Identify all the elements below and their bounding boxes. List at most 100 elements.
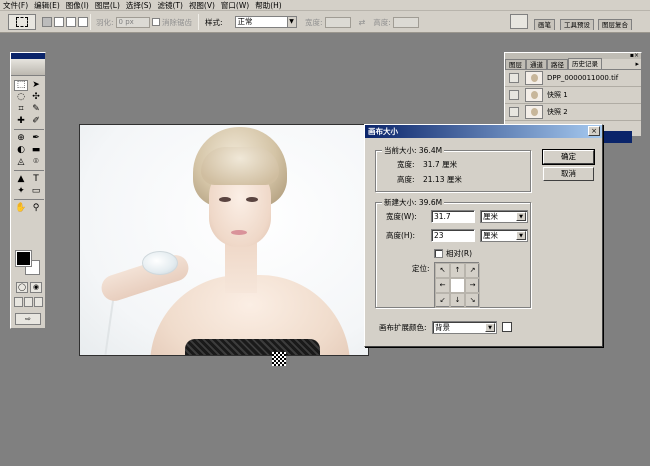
photo-eye-right [246, 197, 258, 202]
magic-wand-tool-icon[interactable]: ✣ [29, 92, 43, 103]
menu-item[interactable]: 图像(I) [63, 0, 92, 11]
selection-modes [42, 17, 88, 27]
anchor-s-arrow-icon[interactable]: ↓ [450, 293, 465, 308]
menu-item[interactable]: 视图(V) [186, 0, 218, 11]
anchor-sw-arrow-icon[interactable]: ↙ [435, 293, 450, 308]
hand-tool-icon[interactable]: ✋ [14, 203, 28, 214]
brush-tool-icon[interactable]: ✐ [29, 116, 43, 127]
history-brush-source-icon[interactable] [509, 107, 519, 117]
close-icon[interactable]: ▪× [630, 52, 639, 59]
width-input[interactable] [324, 16, 351, 28]
panel-tab[interactable]: 通道 [526, 59, 547, 69]
dialog-title: 画布大小 [368, 127, 398, 136]
panel-tabs: 图层 通道 路径 历史记录 ▸ [505, 58, 641, 70]
blur-tool-icon[interactable]: ◬ [14, 157, 28, 168]
feather-logo-icon[interactable] [11, 59, 45, 76]
height-input[interactable]: 23 [431, 229, 475, 242]
width-unit-select[interactable]: 厘米 ▼ [480, 210, 528, 223]
new-size-label: 新建大小: 39.6M [382, 197, 445, 208]
style-value: 正常 [237, 17, 253, 26]
history-brush-source-icon[interactable] [509, 73, 519, 83]
gradient-tool-icon[interactable]: ▬ [29, 145, 43, 156]
panel-tab[interactable]: 路径 [547, 59, 568, 69]
history-thumbnail [525, 105, 543, 119]
swap-icon[interactable]: ⇄ [359, 18, 366, 27]
anchor-nw-arrow-icon[interactable]: ↖ [435, 263, 450, 278]
jump-to-imageready-icon[interactable]: ⇨ [15, 313, 41, 325]
marquee-tool-icon[interactable]: ⬚ [14, 80, 28, 91]
menu-item[interactable]: 选择(S) [123, 0, 155, 11]
anchor-grid: ↖ ↑ ↗ ← → ↙ ↓ ↘ [434, 262, 480, 308]
screen-mode-full-menu-icon[interactable] [24, 297, 33, 307]
panel-tab[interactable]: 图层 [505, 59, 526, 69]
slice-tool-icon[interactable]: ✎ [29, 104, 43, 115]
new-selection-icon[interactable] [42, 17, 52, 27]
menu-item[interactable]: 图层(L) [92, 0, 123, 11]
close-icon[interactable]: × [588, 126, 600, 136]
style-dropdown[interactable]: 正常 ▼ [234, 16, 297, 28]
well-tab-layer-comps[interactable]: 图层复合 [598, 19, 632, 30]
screen-mode-full-icon[interactable] [34, 297, 43, 307]
feather-input[interactable]: 0 px [115, 16, 150, 28]
eraser-tool-icon[interactable]: ◐ [14, 145, 28, 156]
ok-button[interactable]: 确定 [542, 149, 595, 165]
subtract-selection-icon[interactable] [66, 17, 76, 27]
panel-tab[interactable]: 历史记录 [568, 58, 602, 69]
type-tool-icon[interactable]: T [29, 174, 43, 185]
history-brush-source-icon[interactable] [509, 90, 519, 100]
add-selection-icon[interactable] [54, 17, 64, 27]
healing-tool-icon[interactable]: ✚ [14, 116, 28, 127]
path-select-tool-icon[interactable]: ▲ [14, 174, 28, 185]
shape-tool-icon[interactable]: ▭ [29, 186, 43, 197]
menu-item[interactable]: 文件(F) [0, 0, 31, 11]
antialias-checkbox[interactable] [152, 18, 160, 26]
anchor-center-cell[interactable] [450, 278, 465, 293]
document-window[interactable] [79, 124, 369, 356]
file-browser-icon[interactable] [510, 14, 528, 29]
photo-dress [185, 339, 320, 355]
history-row[interactable]: 快照 1 [505, 87, 641, 104]
history-brush-tool-icon[interactable]: ✒ [29, 133, 43, 144]
cancel-button[interactable]: 取消 [543, 167, 594, 181]
screen-mode-standard-icon[interactable] [14, 297, 23, 307]
height-unit-select[interactable]: 厘米 ▼ [480, 229, 528, 242]
height-label: 高度: [373, 17, 391, 27]
well-tab-tool-presets[interactable]: 工具预设 [560, 19, 594, 30]
photo-eye-left [219, 197, 231, 202]
menu-item[interactable]: 帮助(H) [252, 0, 285, 11]
anchor-ne-arrow-icon[interactable]: ↗ [465, 263, 480, 278]
tool-preset-picker[interactable] [8, 14, 36, 30]
panel-menu-icon[interactable]: ▸ [635, 60, 639, 68]
anchor-se-arrow-icon[interactable]: ↘ [465, 293, 480, 308]
lasso-tool-icon[interactable]: ◌ [14, 92, 28, 103]
menu-item[interactable]: 编辑(E) [31, 0, 63, 11]
menu-item[interactable]: 滤镜(T) [155, 0, 186, 11]
menu-bar: 文件(F) 编辑(E) 图像(I) 图层(L) 选择(S) 滤镜(T) 视图(V) 窗口(W)… [0, 0, 650, 11]
anchor-e-arrow-icon[interactable]: → [465, 278, 480, 293]
width-input[interactable]: 31.7 [431, 210, 475, 223]
well-tab-brushes[interactable]: 画笔 [534, 19, 555, 30]
relative-checkbox[interactable] [434, 249, 443, 258]
history-row[interactable]: DPP_0000011000.tif [505, 70, 641, 87]
anchor-w-arrow-icon[interactable]: ← [435, 278, 450, 293]
history-row[interactable]: 快照 2 [505, 104, 641, 121]
current-height-label: 高度: [397, 175, 415, 184]
move-tool-icon[interactable]: ➤ [29, 80, 43, 91]
standard-mode-icon[interactable]: ◯ [16, 282, 28, 293]
dodge-tool-icon[interactable]: ⌾ [29, 157, 43, 168]
history-label: 快照 1 [547, 91, 568, 99]
intersect-selection-icon[interactable] [78, 17, 88, 27]
menu-item[interactable]: 窗口(W) [218, 0, 252, 11]
height-input[interactable] [392, 16, 419, 28]
anchor-n-arrow-icon[interactable]: ↑ [450, 263, 465, 278]
foreground-color-swatch[interactable] [15, 250, 32, 267]
extension-color-swatch[interactable] [502, 322, 512, 332]
antialias-label: 消除锯齿 [162, 17, 192, 27]
dialog-titlebar[interactable]: 画布大小 × [365, 125, 602, 138]
extension-color-select[interactable]: 背景 ▼ [432, 321, 497, 334]
zoom-tool-icon[interactable]: ⚲ [29, 203, 43, 214]
quickmask-mode-icon[interactable]: ◉ [30, 282, 42, 293]
stamp-tool-icon[interactable]: ⊕ [14, 133, 28, 144]
crop-tool-icon[interactable]: ⌗ [14, 104, 28, 115]
pen-tool-icon[interactable]: ✦ [14, 186, 28, 197]
